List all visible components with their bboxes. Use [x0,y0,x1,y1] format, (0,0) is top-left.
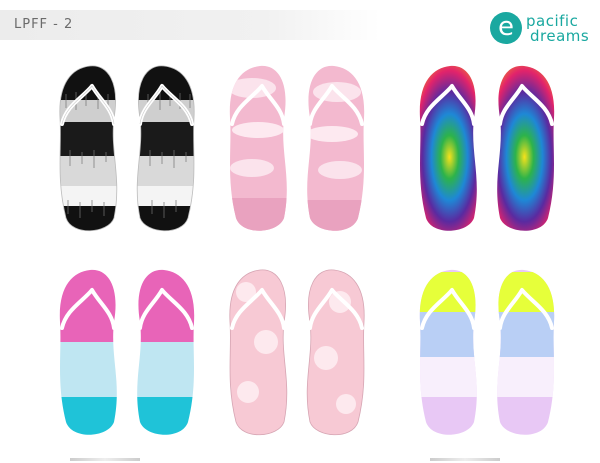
flip-flop-design-6 [412,262,562,442]
flip-flop-design-1 [52,58,202,238]
logo-text-line2: dreams [530,27,590,45]
flip-flop-design-3 [412,58,562,238]
flip-flop-design-4 [52,262,202,442]
flip-flop-design-2 [222,58,372,238]
page-title: LPFF - 2 [14,17,74,32]
swatch-strip-right [430,458,500,461]
logo-mark: e [490,12,522,44]
brand-logo: e pacific dreams [490,8,590,48]
flip-flop-design-5 [222,262,372,442]
swatch-strip-left [70,458,140,461]
